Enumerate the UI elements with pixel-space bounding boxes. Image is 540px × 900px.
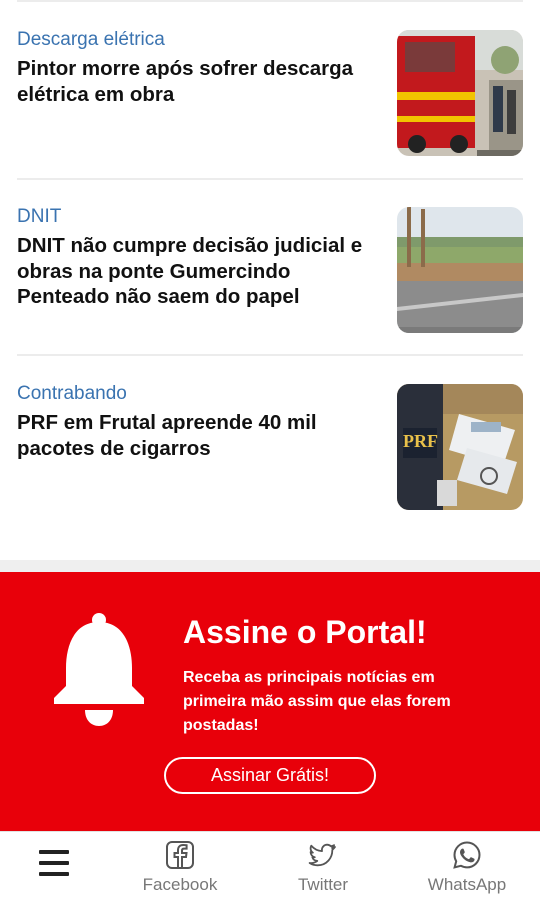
news-text: DNIT DNIT não cumpre decisão judicial e … (17, 205, 385, 310)
news-divider (17, 354, 523, 356)
nav-facebook-label: Facebook (142, 875, 218, 894)
news-thumbnail[interactable] (397, 30, 523, 156)
news-text: Contrabando PRF em Frutal apreende 40 mi… (17, 382, 385, 461)
news-headline[interactable]: DNIT não cumpre decisão judicial e obras… (17, 233, 385, 310)
subscribe-button[interactable]: Assinar Grátis! (164, 757, 376, 794)
news-category[interactable]: DNIT (17, 205, 385, 229)
hamburger-menu-icon[interactable] (38, 848, 70, 880)
facebook-icon (166, 841, 194, 869)
news-thumbnail[interactable] (397, 207, 523, 333)
news-divider (17, 178, 523, 180)
news-headline[interactable]: PRF em Frutal apreende 40 mil pacotes de… (17, 410, 385, 461)
nav-twitter[interactable]: Twitter (268, 840, 378, 896)
news-category[interactable]: Descarga elétrica (17, 28, 385, 52)
news-category[interactable]: Contrabando (17, 382, 385, 406)
bell-icon (54, 613, 144, 726)
nav-whatsapp[interactable]: WhatsApp (412, 840, 522, 896)
subscribe-description: Receba as principais notícias em primeir… (183, 669, 451, 734)
nav-facebook[interactable]: Facebook (125, 840, 235, 896)
subscribe-banner: Assine o Portal! Receba as principais no… (0, 572, 540, 831)
news-headline[interactable]: Pintor morre após sofrer descarga elétri… (17, 56, 385, 107)
news-thumbnail[interactable]: PRF (397, 384, 523, 510)
subscribe-title: Assine o Portal! (183, 614, 427, 650)
prf-logo-text: PRF (403, 431, 438, 451)
nav-whatsapp-label: WhatsApp (427, 875, 507, 894)
top-divider (17, 0, 523, 2)
twitter-icon (308, 843, 336, 867)
whatsapp-icon (453, 841, 481, 869)
bridge-road-image (397, 207, 523, 333)
fire-truck-image (397, 30, 523, 156)
bottom-navigation: Facebook Twitter WhatsApp (0, 831, 540, 900)
nav-twitter-label: Twitter (297, 875, 349, 894)
news-text: Descarga elétrica Pintor morre após sofr… (17, 28, 385, 107)
section-separator (0, 560, 540, 572)
